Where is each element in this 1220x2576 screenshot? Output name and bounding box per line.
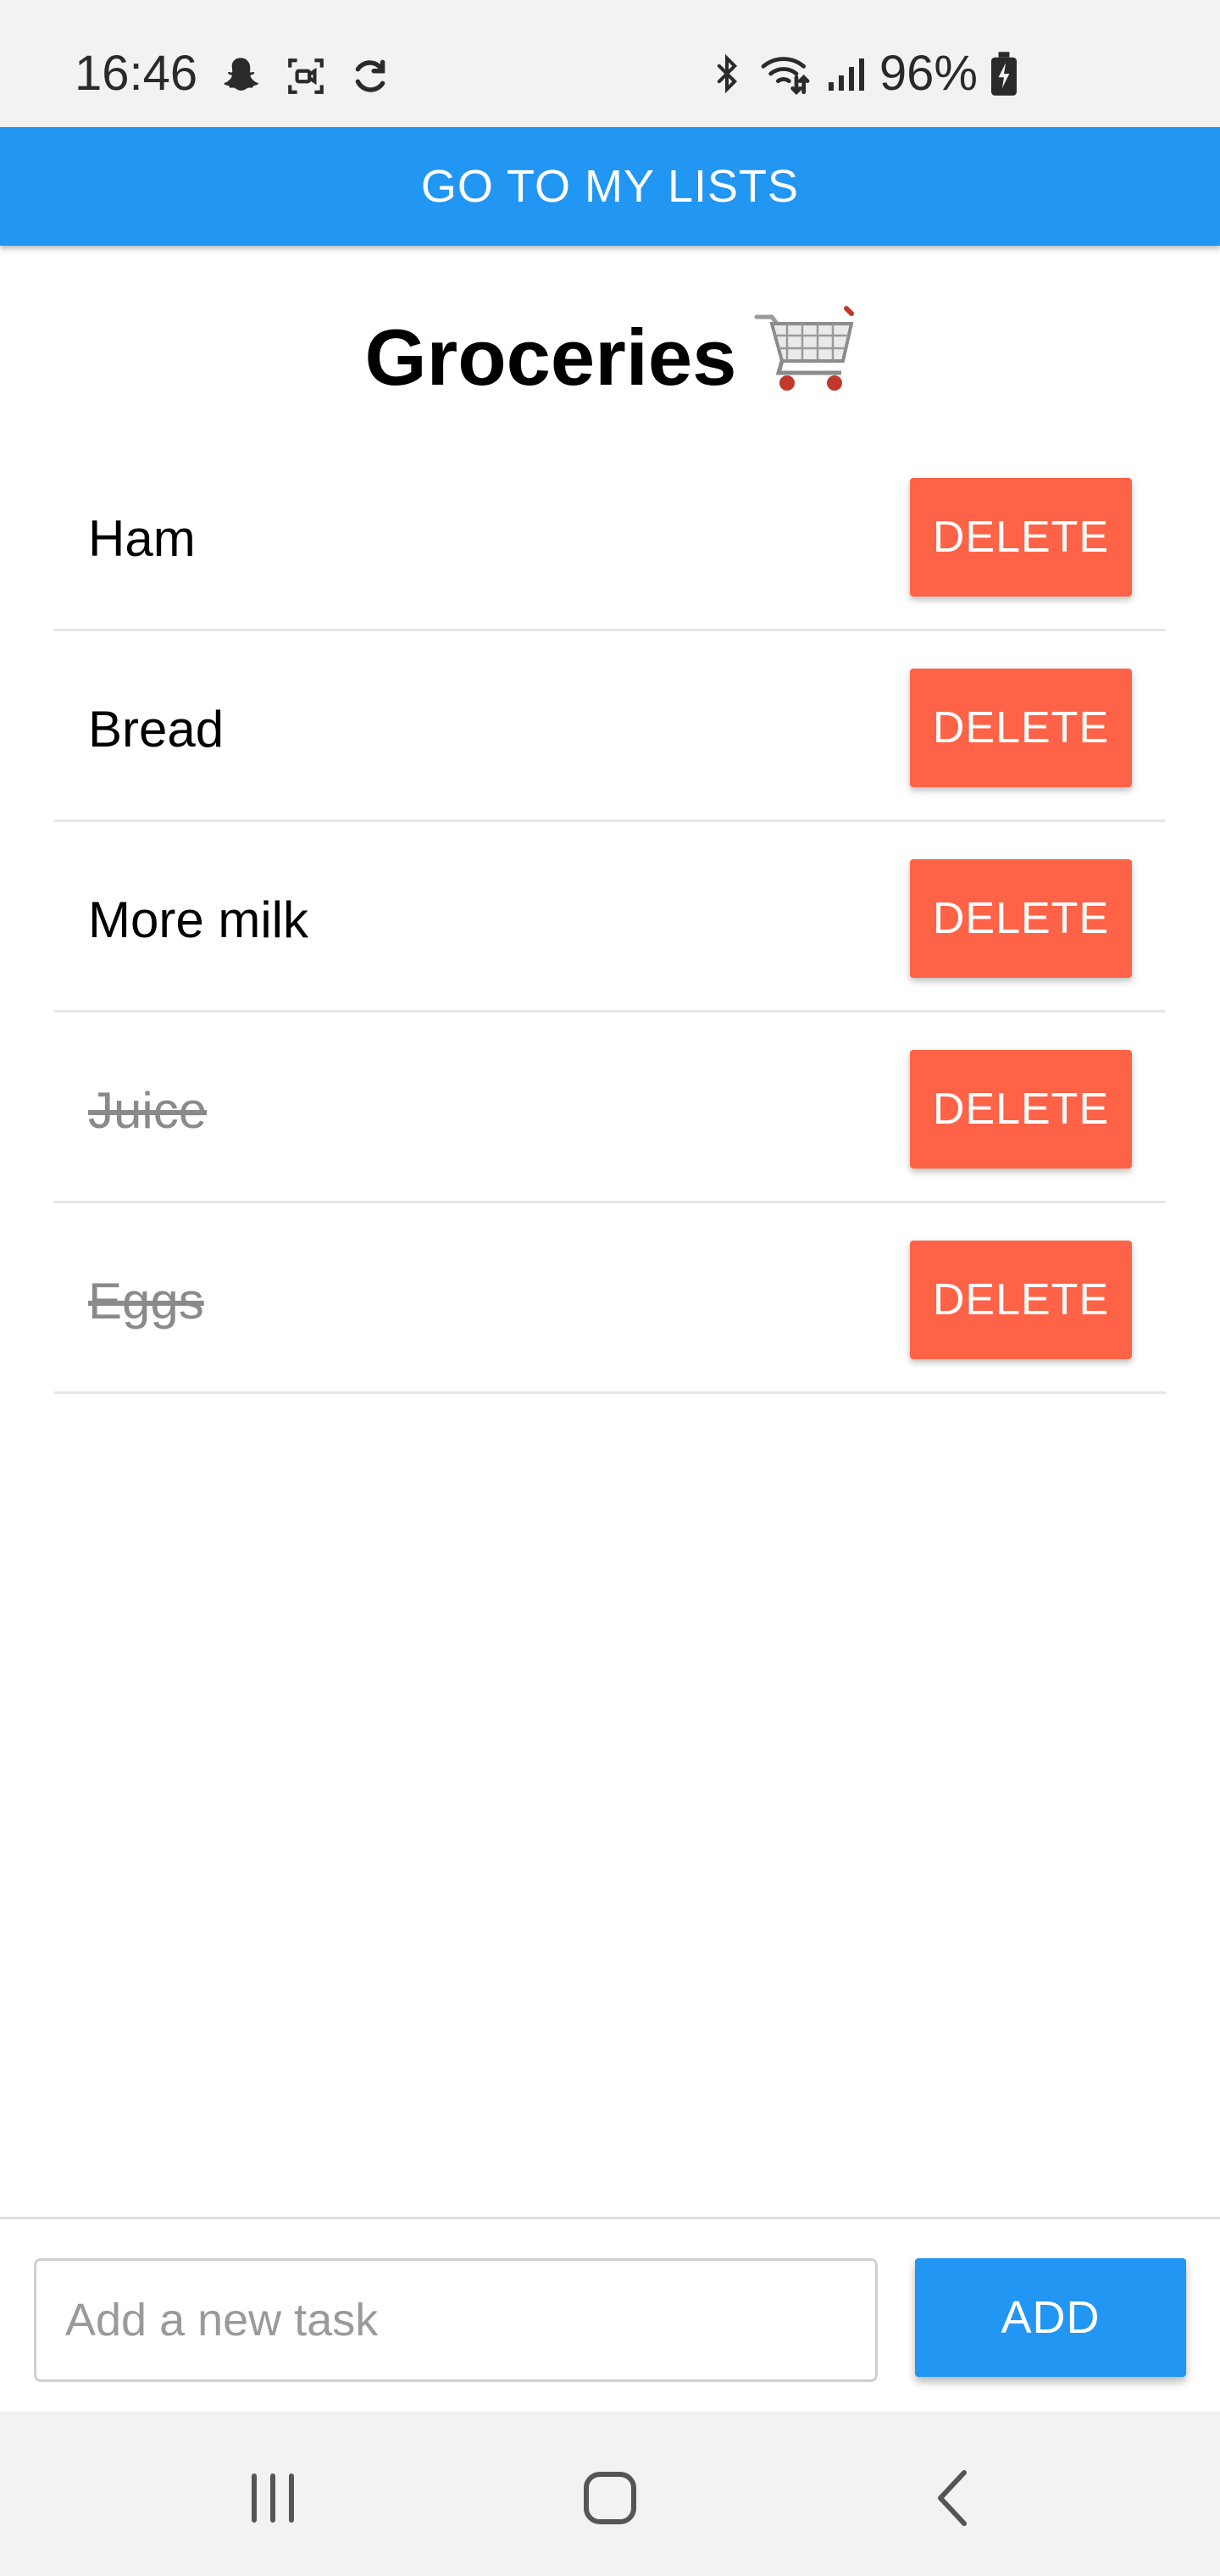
status-bar: 16:46 96% (0, 0, 1220, 127)
sync-icon (349, 55, 391, 97)
list-title-text: Groceries (364, 312, 737, 402)
delete-button[interactable]: DELETE (910, 1241, 1132, 1359)
task-list: Ham DELETE Bread DELETE More milk DELETE… (54, 441, 1166, 1394)
add-task-bar: ADD (0, 2217, 1220, 2414)
snapchat-icon (219, 54, 263, 98)
task-label[interactable]: Ham (88, 508, 196, 569)
wifi-icon (759, 52, 812, 96)
signal-icon (825, 53, 866, 94)
home-icon[interactable] (576, 2464, 644, 2532)
task-row[interactable]: More milk DELETE (54, 822, 1166, 1013)
shopping-cart-icon (753, 305, 855, 422)
delete-button[interactable]: DELETE (910, 669, 1132, 787)
back-icon[interactable] (918, 2464, 986, 2532)
task-row[interactable]: Ham DELETE (54, 441, 1166, 631)
add-button[interactable]: ADD (915, 2258, 1186, 2377)
go-to-my-lists-button[interactable]: GO TO MY LISTS (0, 127, 1220, 246)
task-label[interactable]: Eggs (88, 1271, 204, 1332)
task-label[interactable]: More milk (88, 890, 308, 951)
task-row[interactable]: Eggs DELETE (54, 1203, 1166, 1394)
system-navigation-bar (0, 2412, 1220, 2576)
new-task-input[interactable] (34, 2258, 878, 2382)
battery-percentage: 96% (879, 46, 978, 101)
delete-button[interactable]: DELETE (910, 478, 1132, 597)
battery-charging-icon (991, 52, 1017, 96)
status-left-icons (219, 51, 391, 102)
task-row[interactable]: Juice DELETE (54, 1013, 1166, 1203)
screen-record-icon (285, 55, 327, 97)
bluetooth-icon (708, 52, 746, 96)
task-row[interactable]: Bread DELETE (54, 631, 1166, 822)
recent-apps-icon[interactable] (239, 2464, 307, 2532)
delete-button[interactable]: DELETE (910, 859, 1132, 978)
status-right-icons: 96% (708, 44, 1017, 103)
task-label[interactable]: Bread (88, 699, 224, 760)
page-title: Groceries (0, 305, 1220, 422)
status-time: 16:46 (75, 46, 198, 101)
delete-button[interactable]: DELETE (910, 1050, 1132, 1169)
task-label[interactable]: Juice (88, 1080, 207, 1141)
